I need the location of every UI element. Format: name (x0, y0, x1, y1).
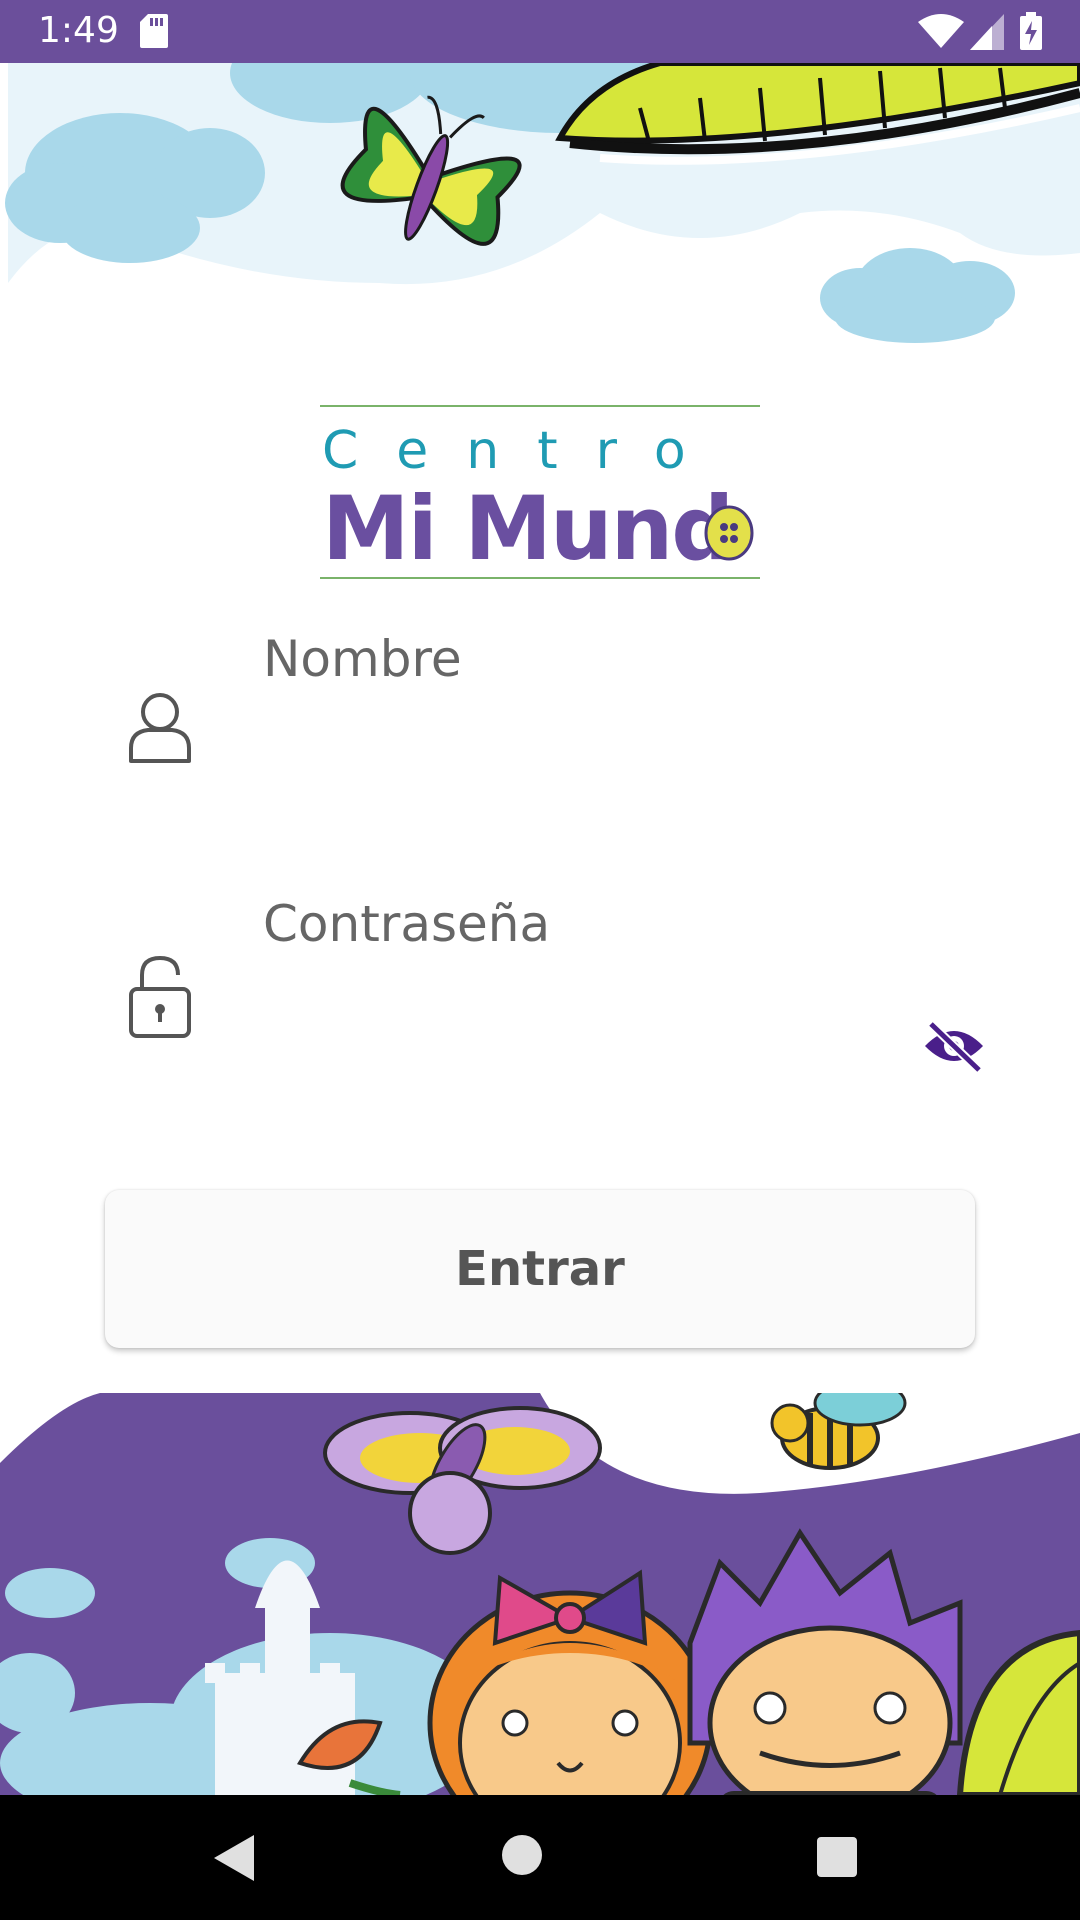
logo-top-rule (320, 405, 760, 407)
eye-off-icon[interactable] (923, 1020, 985, 1077)
logo-centro-text: Centro (322, 421, 724, 481)
password-input[interactable] (263, 970, 903, 1060)
username-label: Nombre (263, 630, 462, 688)
enter-button-label: Entrar (455, 1241, 625, 1297)
cell-signal-icon (970, 14, 1004, 55)
logo-bottom-rule (320, 577, 760, 579)
battery-charging-icon (1020, 12, 1042, 55)
bottom-illustration (0, 1393, 1080, 1795)
sd-card-icon (140, 14, 168, 53)
centro-mi-mundo-logo: Centro Mi Mund (320, 405, 760, 580)
recents-icon[interactable] (815, 1835, 859, 1884)
logo-mimundo-text: Mi Mund (322, 477, 734, 580)
password-label: Contraseña (263, 895, 551, 953)
navigation-bar (0, 1795, 1080, 1920)
back-icon[interactable] (212, 1833, 256, 1888)
enter-button[interactable]: Entrar (105, 1190, 975, 1348)
status-time: 1:49 (38, 10, 119, 51)
wifi-icon (918, 14, 964, 53)
user-icon (128, 690, 192, 769)
unlock-icon (128, 955, 192, 1044)
home-icon[interactable] (500, 1833, 544, 1882)
login-screen: 1:49 Centro Mi Mund Nombre Contraseña En… (0, 0, 1080, 1920)
status-bar: 1:49 (0, 0, 1080, 63)
username-input[interactable] (263, 700, 983, 790)
logo-button-o-icon (704, 505, 754, 561)
top-illustration (0, 63, 1080, 353)
